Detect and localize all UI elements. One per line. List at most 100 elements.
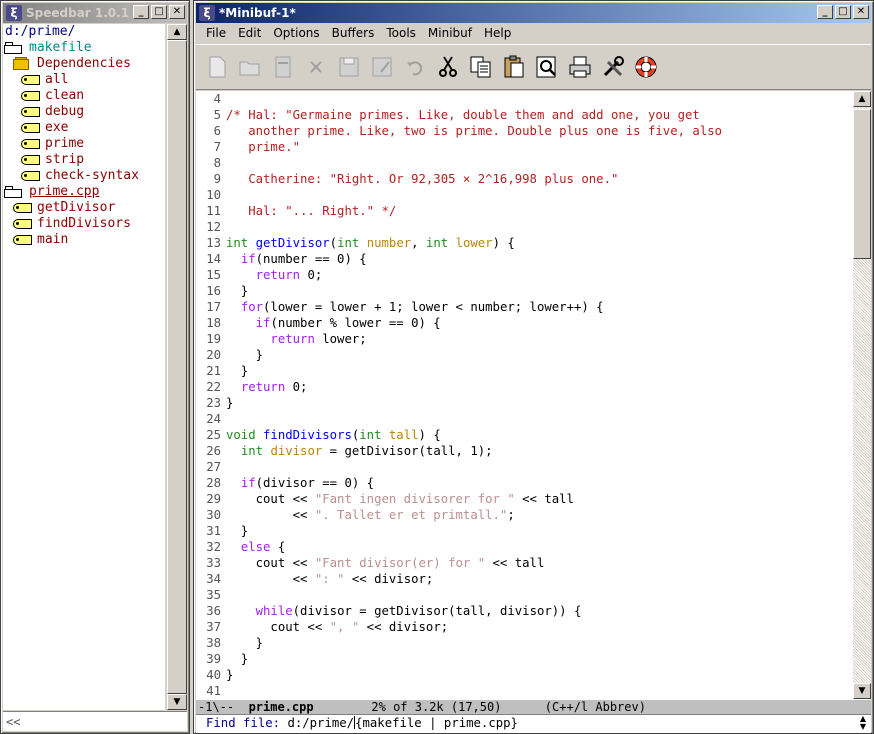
tag-icon[interactable]	[11, 202, 33, 214]
code-line[interactable]: 8	[196, 155, 853, 171]
code-line[interactable]: 25 void findDivisors(int tall) {	[196, 427, 853, 443]
speedbar-target-clean[interactable]: clean	[3, 88, 165, 104]
print-icon[interactable]	[565, 52, 595, 82]
scroll-thumb[interactable]	[853, 109, 871, 259]
speedbar-item-dependencies[interactable]: Dependencies	[3, 56, 165, 72]
code-line[interactable]: 38 }	[196, 635, 853, 651]
code-line[interactable]: 21 }	[196, 363, 853, 379]
close-button[interactable]: ✕	[853, 5, 869, 19]
emacs-titlebar[interactable]: ξ *Minibuf-1* _ □ ✕	[196, 3, 871, 23]
copy-icon[interactable]	[466, 52, 496, 82]
code-line[interactable]: 29 cout << "Fant ingen divisorer for " <…	[196, 491, 853, 507]
speedbar-titlebar[interactable]: ξ Speedbar 1.0.1 _ □ ✕	[3, 3, 187, 23]
save-icon[interactable]	[334, 52, 364, 82]
code-line[interactable]: 5 /* Hal: "Germaine primes. Like, double …	[196, 107, 853, 123]
code-line[interactable]: 19 return lower;	[196, 331, 853, 347]
code-line[interactable]: 6 another prime. Like, two is prime. Dou…	[196, 123, 853, 139]
speedbar-directory[interactable]: d:/prime/	[3, 24, 165, 40]
code-line[interactable]: 20 }	[196, 347, 853, 363]
folder-open-icon[interactable]	[3, 185, 25, 199]
speedbar-target-check-syntax[interactable]: check-syntax	[3, 168, 165, 184]
minibuffer[interactable]: Find file: d:/prime/{makefile | prime.cp…	[196, 715, 871, 733]
editor-scrollbar[interactable]: ▲ ▼	[853, 91, 871, 699]
menu-help[interactable]: Help	[478, 26, 517, 40]
code-line[interactable]: 15 return 0;	[196, 267, 853, 283]
speedbar-target-prime[interactable]: prime	[3, 136, 165, 152]
menu-file[interactable]: File	[200, 26, 232, 40]
menu-minibuf[interactable]: Minibuf	[422, 26, 478, 40]
modeline-buffer-name[interactable]: prime.cpp	[249, 700, 314, 714]
tag-icon[interactable]	[19, 154, 41, 166]
code-line[interactable]: 16 }	[196, 283, 853, 299]
speedbar-target-strip[interactable]: strip	[3, 152, 165, 168]
box-icon[interactable]	[11, 57, 31, 71]
tag-icon[interactable]	[19, 138, 41, 150]
scroll-up-arrow-icon[interactable]: ▲	[167, 24, 187, 40]
code-line[interactable]: 35	[196, 587, 853, 603]
tag-icon[interactable]	[19, 122, 41, 134]
menu-edit[interactable]: Edit	[232, 26, 267, 40]
code-line[interactable]: 34 << ": " << divisor;	[196, 571, 853, 587]
tag-icon[interactable]	[19, 90, 41, 102]
code-line[interactable]: 11 Hal: "... Right." */	[196, 203, 853, 219]
code-line[interactable]: 33 cout << "Fant divisor(er) for " << ta…	[196, 555, 853, 571]
code-line[interactable]: 40}	[196, 667, 853, 683]
code-line[interactable]: 14 if(number == 0) {	[196, 251, 853, 267]
maximize-button[interactable]: □	[151, 5, 167, 19]
speedbar-function-findDivisors[interactable]: findDivisors	[3, 216, 165, 232]
save-as-icon[interactable]	[367, 52, 397, 82]
undo-icon[interactable]	[400, 52, 430, 82]
open-folder-icon[interactable]	[235, 52, 265, 82]
speedbar-item-prime-cpp[interactable]: prime.cpp	[3, 184, 165, 200]
scroll-up-arrow-icon[interactable]: ▲	[853, 91, 871, 107]
code-line[interactable]: 12	[196, 219, 853, 235]
code-line[interactable]: 31 }	[196, 523, 853, 539]
code-line[interactable]: 26 int divisor = getDivisor(tall, 1);	[196, 443, 853, 459]
speedbar-target-all[interactable]: all	[3, 72, 165, 88]
tag-icon[interactable]	[19, 170, 41, 182]
speedbar-function-main[interactable]: main	[3, 232, 165, 248]
scroll-thumb[interactable]	[167, 40, 187, 694]
code-line[interactable]: 22 return 0;	[196, 379, 853, 395]
code-line[interactable]: 39 }	[196, 651, 853, 667]
code-line[interactable]: 4	[196, 91, 853, 107]
close-button[interactable]: ✕	[169, 5, 185, 19]
customize-icon[interactable]	[598, 52, 628, 82]
paste-icon[interactable]	[499, 52, 529, 82]
code-editor[interactable]: 4 5 /* Hal: "Germaine primes. Like, double…	[196, 91, 853, 699]
folder-open-icon[interactable]	[3, 41, 25, 55]
code-line[interactable]: 18 if(number % lower == 0) {	[196, 315, 853, 331]
minibuffer-scroll-arrows-icon[interactable]: ▲ ▼	[855, 715, 871, 733]
new-file-icon[interactable]	[202, 52, 232, 82]
scroll-down-arrow-icon[interactable]: ▼	[853, 683, 871, 699]
scroll-down-arrow-icon[interactable]: ▼	[167, 694, 187, 710]
tag-icon[interactable]	[11, 234, 33, 246]
minibuffer-input[interactable]: d:/prime/	[287, 716, 354, 730]
code-line[interactable]: 17 for(lower = lower + 1; lower < number…	[196, 299, 853, 315]
tag-icon[interactable]	[19, 106, 41, 118]
close-buffer-icon[interactable]	[301, 52, 331, 82]
code-line[interactable]: 28 if(divisor == 0) {	[196, 475, 853, 491]
code-line[interactable]: 41	[196, 683, 853, 699]
speedbar-function-getDivisor[interactable]: getDivisor	[3, 200, 165, 216]
search-icon[interactable]	[532, 52, 562, 82]
code-line[interactable]: 23}	[196, 395, 853, 411]
code-line[interactable]: 7 prime."	[196, 139, 853, 155]
code-line[interactable]: 27	[196, 459, 853, 475]
help-lifebuoy-icon[interactable]	[631, 52, 661, 82]
code-line[interactable]: 10	[196, 187, 853, 203]
code-line[interactable]: 30 << ". Tallet er et primtall.";	[196, 507, 853, 523]
code-line[interactable]: 24	[196, 411, 853, 427]
cut-icon[interactable]	[433, 52, 463, 82]
code-line[interactable]: 36 while(divisor = getDivisor(tall, divi…	[196, 603, 853, 619]
tag-icon[interactable]	[11, 218, 33, 230]
dired-icon[interactable]	[268, 52, 298, 82]
menu-options[interactable]: Options	[267, 26, 325, 40]
code-line[interactable]: 37 cout << ", " << divisor;	[196, 619, 853, 635]
speedbar-item-makefile[interactable]: makefile	[3, 40, 165, 56]
code-line[interactable]: 9 Catherine: "Right. Or 92,305 × 2^16,99…	[196, 171, 853, 187]
speedbar-scrollbar[interactable]: ▲ ▼	[167, 24, 187, 710]
menu-buffers[interactable]: Buffers	[326, 26, 381, 40]
maximize-button[interactable]: □	[835, 5, 851, 19]
menu-tools[interactable]: Tools	[380, 26, 422, 40]
